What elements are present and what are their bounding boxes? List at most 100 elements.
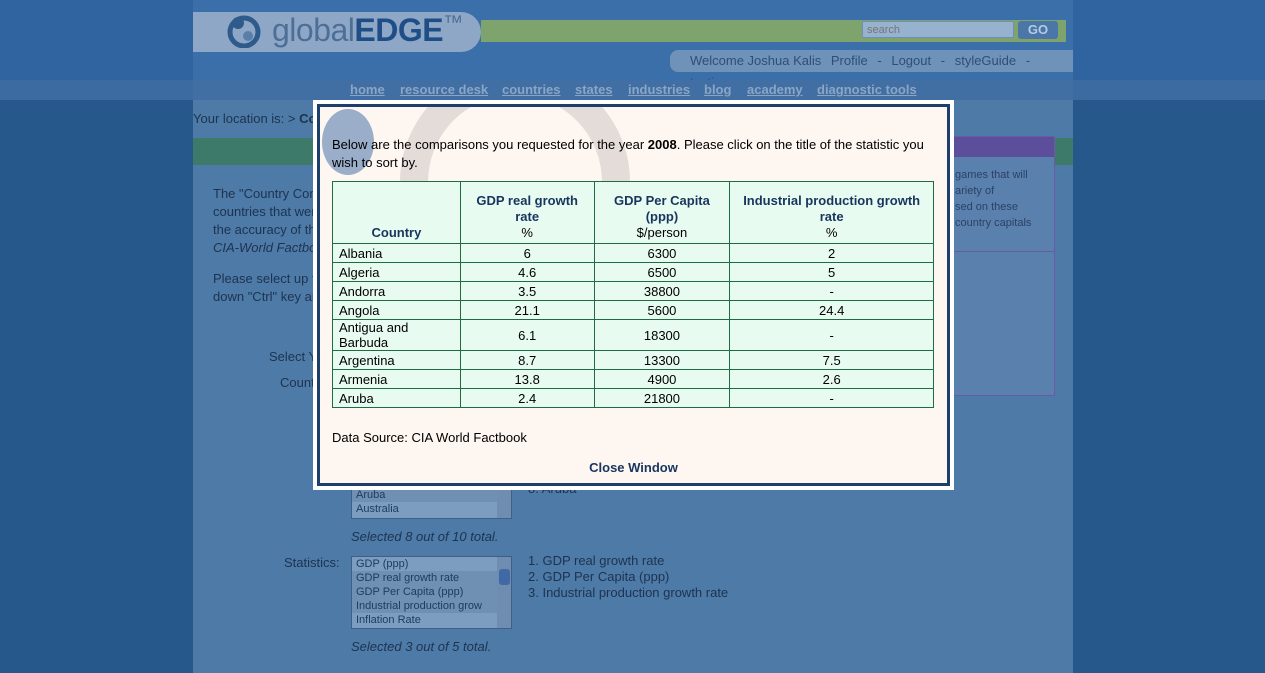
list-item[interactable]: Industrial production grow [352,599,511,613]
value-cell: 6300 [593,243,731,263]
list-item[interactable]: Inflation Rate [352,613,511,627]
breadcrumb-prefix: Your location is: > [193,111,300,126]
column-header-industrial-growth[interactable]: Industrial production growth rate% [729,181,934,244]
nav-home[interactable]: home [350,82,385,97]
site-logo[interactable]: globalEDGE™ [272,12,463,49]
globe-logo-icon [227,15,261,48]
country-cell: Algeria [332,262,461,282]
nav-diagnostic-tools[interactable]: diagnostic tools [817,82,917,97]
table-row: Algeria 4.6 6500 5 [332,262,934,282]
value-cell: 4900 [593,369,731,389]
list-item[interactable]: Australia [352,502,511,516]
value-cell: - [729,281,934,301]
instruction-paragraph: Please select up t down "Ctrl" key ar [213,271,317,304]
table-row: Andorra 3.5 38800- [332,281,934,301]
value-cell: 38800 [593,281,731,301]
column-header-gdp-per-capita[interactable]: GDP Per Capita (ppp) $/person [593,181,731,244]
value-cell: 5 [729,262,934,282]
page-margin-right [1073,0,1265,673]
breadcrumb: Your location is: > Co [193,111,316,126]
go-button[interactable]: GO [1018,21,1058,39]
table-row: Angola 21.1 5600 24.4 [332,300,934,320]
intro-paragraph: The "Country Con countries that wer the … [213,186,317,255]
country-cell: Albania [332,243,461,263]
statistics-ordered-list: 1. GDP real growth rate 2. GDP Per Capit… [528,553,728,601]
value-cell: 6500 [593,262,731,282]
welcome-text: Welcome Joshua Kalis [690,53,822,68]
logout-link[interactable]: Logout [891,53,931,68]
user-bar: Welcome Joshua Kalis Profile - Logout - … [670,50,1073,90]
list-item[interactable]: GDP (ppp) [352,557,511,571]
nav-blog[interactable]: blog [704,82,731,97]
promo-text: ariety of [955,185,995,197]
value-cell: 13300 [593,350,731,370]
search-input[interactable] [862,21,1014,38]
value-cell: 21800 [593,388,731,408]
statistics-selected-count: Selected 3 out of 5 total. [351,639,492,654]
statistics-listbox[interactable]: GDP (ppp) GDP real growth rate GDP Per C… [351,556,512,629]
value-cell: 6 [459,243,595,263]
value-cell: 2.6 [729,369,934,389]
data-source: Data Source: CIA World Factbook [332,430,527,445]
value-cell: 8.7 [459,350,595,370]
list-item: 1. GDP real growth rate [528,553,665,568]
country-cell: Armenia [332,369,461,389]
value-cell: - [729,319,934,351]
value-cell: 6.1 [459,319,595,351]
table-row: Antigua and Barbuda 6.1 18300- [332,319,934,351]
list-item[interactable]: Aruba [352,488,511,502]
modal-content: Below are the comparisons you requested … [317,104,950,486]
profile-link[interactable]: Profile [831,53,868,68]
table-row: Armenia 13.8 4900 2.6 [332,369,934,389]
value-cell: - [729,388,934,408]
nav-industries[interactable]: industries [628,82,690,97]
countries-label: Count [280,375,315,390]
value-cell: 7.5 [729,350,934,370]
column-header-country[interactable]: Country [332,181,461,244]
nav-states[interactable]: states [575,82,613,97]
countries-selected-count: Selected 8 out of 10 total. [351,529,499,544]
page-margin-left [0,0,193,673]
value-cell: 2 [729,243,934,263]
separator: - [877,53,882,68]
value-cell: 21.1 [459,300,595,320]
styleguide-link[interactable]: styleGuide [955,53,1016,68]
country-cell: Aruba [332,388,461,408]
table-row: Argentina 8.7 13300 7.5 [332,350,934,370]
separator: - [940,53,946,68]
table-row: Aruba 2.4 21800- [332,388,934,408]
country-cell: Antigua and Barbuda [332,319,461,351]
promo-text: country capitals [955,217,1032,229]
list-item[interactable]: GDP Per Capita (ppp) [352,585,511,599]
list-item: 2. GDP Per Capita (ppp) [528,569,670,584]
value-cell: 24.4 [729,300,934,320]
nav-academy[interactable]: academy [747,82,803,97]
statistics-label: Statistics: [284,555,340,570]
value-cell: 3.5 [459,281,595,301]
nav-countries[interactable]: countries [502,82,561,97]
value-cell: 18300 [593,319,731,351]
column-header-gdp-growth[interactable]: GDP real growth rate% [459,181,595,244]
value-cell: 2.4 [459,388,595,408]
list-item[interactable]: GDP real growth rate [352,571,511,585]
country-cell: Angola [332,300,461,320]
country-cell: Argentina [332,350,461,370]
country-listbox[interactable]: Aruba Australia [351,487,512,519]
list-item: 3. Industrial production growth rate [528,585,729,600]
year-value: 2008 [647,137,677,152]
scrollbar[interactable] [497,557,511,628]
comparison-modal: Below are the comparisons you requested … [313,100,954,490]
table-row: Albania 6 6300 2 [332,243,934,263]
value-cell: 5600 [593,300,731,320]
comparison-table: Country GDP real growth rate% GDP Per Ca… [332,181,934,408]
separator: - [1025,53,1031,68]
side-promo-box: games that will ariety of sed on these c… [950,136,1055,396]
modal-intro-text: Below are the comparisons you requested … [332,137,924,170]
close-window-link[interactable]: Close Window [320,460,947,475]
scrollbar[interactable] [497,488,511,518]
promo-text: games that will [955,169,1028,181]
country-cell: Andorra [332,281,461,301]
promo-text: sed on these [955,201,1018,213]
nav-resource-desk[interactable]: resource desk [400,82,488,97]
value-cell: 4.6 [459,262,595,282]
